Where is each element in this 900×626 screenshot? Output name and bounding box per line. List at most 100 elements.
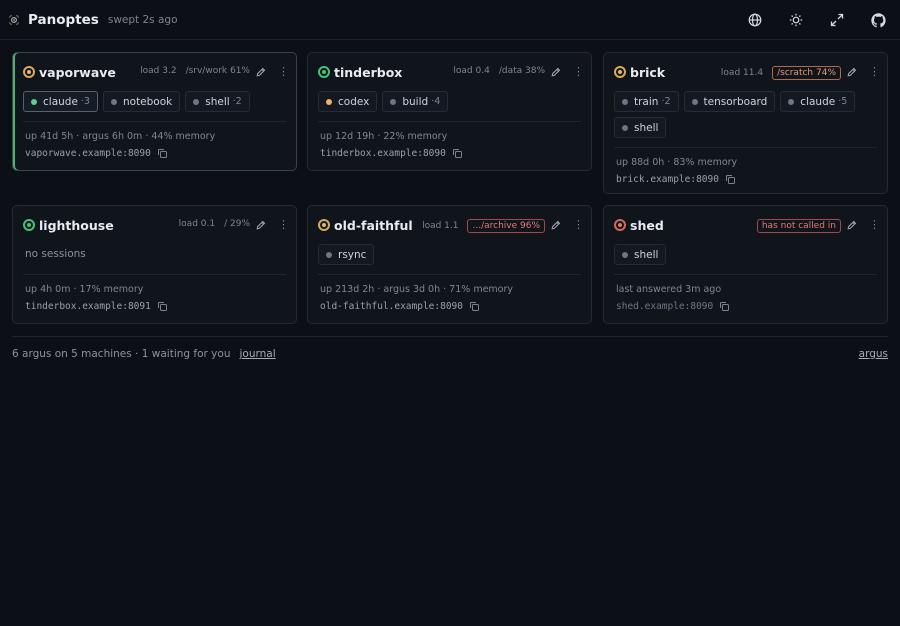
status-indicator <box>318 219 330 231</box>
copy-icon[interactable] <box>470 302 479 311</box>
session-status-dot <box>390 98 397 105</box>
load-value: load 0.1 <box>178 219 216 229</box>
host-last-answered: last answered 3m ago <box>616 284 722 295</box>
status-indicator <box>614 66 626 78</box>
session-status-dot <box>691 98 698 105</box>
more-options-icon[interactable]: ⋮ <box>573 66 584 77</box>
edit-icon[interactable] <box>551 220 561 230</box>
no-sessions-text: no sessions <box>25 248 86 260</box>
session-status-dot <box>326 251 332 258</box>
session-chip-shell[interactable]: shell ·2 <box>185 91 250 112</box>
session-status-dot <box>326 98 332 105</box>
session-chip-codex[interactable]: codex <box>318 91 378 112</box>
host-card-brick[interactable]: brick load 11.4 /scratch 74% ⋮ train ·2 t… <box>603 52 888 194</box>
host-card-tinderbox[interactable]: tinderbox load 0.4 /data 38% ⋮ codex bui… <box>307 52 592 171</box>
host-name: old-faithful <box>334 218 413 233</box>
edit-icon[interactable] <box>256 67 266 77</box>
host-uptime: up 41d 5h · argus 6h 0m · 44% memory <box>25 131 216 142</box>
session-chip-rsync[interactable]: rsync <box>318 244 375 265</box>
copy-icon[interactable] <box>157 302 167 311</box>
host-address: tinderbox.example:8091 <box>25 301 151 312</box>
argus-link[interactable]: argus <box>859 348 888 360</box>
session-chip-shell[interactable]: shell <box>614 244 667 265</box>
session-chip-claude[interactable]: claude ·5 <box>780 91 856 112</box>
load-value: load 0.4 <box>453 66 490 76</box>
host-name: tinderbox <box>334 65 403 80</box>
more-options-icon[interactable]: ⋮ <box>573 219 584 230</box>
host-address: vaporwave.example:8090 <box>25 148 151 159</box>
session-count: ·2 <box>232 96 242 107</box>
copy-icon[interactable] <box>720 302 730 311</box>
session-chip-claude[interactable]: claude ·3 <box>23 91 98 112</box>
more-options-icon[interactable]: ⋮ <box>278 66 289 77</box>
disk-usage-alert: .../archive 96% <box>467 219 545 233</box>
status-indicator <box>318 66 330 78</box>
more-options-icon[interactable]: ⋮ <box>869 219 880 230</box>
host-address: old-faithful.example:8090 <box>320 301 463 312</box>
disk-usage: /srv/work 61% <box>185 66 250 76</box>
session-status-dot <box>622 251 628 258</box>
host-uptime: up 12d 19h · 22% memory <box>320 131 448 142</box>
disk-usage: / 29% <box>224 219 250 229</box>
sun-icon[interactable] <box>788 12 804 28</box>
load-value: load 11.4 <box>720 68 764 78</box>
session-chip-shell[interactable]: shell <box>614 117 667 138</box>
status-indicator <box>614 219 626 231</box>
host-card-old-faithful[interactable]: old-faithful load 1.1 .../archive 96% ⋮ … <box>307 205 592 324</box>
session-status-dot <box>622 98 628 105</box>
host-address: shed.example:8090 <box>616 301 714 312</box>
offline-badge: has not called in <box>756 219 841 233</box>
edit-icon[interactable] <box>847 67 857 77</box>
session-label: shell <box>634 121 659 134</box>
more-options-icon[interactable]: ⋮ <box>869 66 880 77</box>
more-options-icon[interactable]: ⋮ <box>278 219 289 230</box>
sweep-status: swept 2s ago <box>107 13 178 26</box>
host-name: vaporwave <box>39 65 116 80</box>
session-count: ·3 <box>80 96 90 107</box>
host-address: tinderbox.example:8090 <box>320 148 446 159</box>
session-status-dot <box>193 98 200 105</box>
session-chip-notebook[interactable]: notebook <box>102 91 181 112</box>
footer-summary: 6 argus on 5 machines · 1 waiting for yo… <box>12 348 231 360</box>
session-label: codex <box>338 95 370 108</box>
status-indicator <box>23 219 35 231</box>
session-label: build <box>402 95 429 108</box>
edit-icon[interactable] <box>847 220 857 230</box>
disk-usage-warning: /scratch 74% <box>772 66 841 80</box>
load-value: load 3.2 <box>140 66 177 76</box>
session-chip-build[interactable]: build ·4 <box>382 91 449 112</box>
github-icon[interactable] <box>870 12 886 28</box>
session-count: ·4 <box>431 96 441 107</box>
session-label: notebook <box>122 95 173 108</box>
session-label: claude <box>43 95 78 108</box>
copy-icon[interactable] <box>725 175 735 184</box>
toolbar-icons <box>747 0 886 40</box>
host-card-vaporwave[interactable]: vaporwave load 3.2 /srv/work 61% ⋮ claud… <box>12 52 297 171</box>
session-chip-tensorboard[interactable]: tensorboard <box>683 91 776 112</box>
session-status-dot <box>788 98 795 105</box>
host-address: brick.example:8090 <box>616 174 719 185</box>
panoptes-logo-icon <box>8 14 20 26</box>
session-label: rsync <box>338 248 367 261</box>
host-name: shed <box>630 218 664 233</box>
session-label: claude <box>800 95 836 108</box>
edit-icon[interactable] <box>551 67 561 77</box>
edit-icon[interactable] <box>256 220 266 230</box>
host-card-shed[interactable]: shed has not called in ⋮ shell last answ… <box>603 205 888 324</box>
footer: 6 argus on 5 machines · 1 waiting for yo… <box>12 336 888 360</box>
session-count: ·5 <box>838 96 848 107</box>
host-card-lighthouse[interactable]: lighthouse load 0.1 / 29% ⋮ no sessions … <box>12 205 297 324</box>
disk-usage: /data 38% <box>498 66 545 76</box>
copy-icon[interactable] <box>452 149 462 158</box>
journal-link[interactable]: journal <box>239 348 275 360</box>
session-status-dot <box>31 98 37 105</box>
session-chip-train[interactable]: train ·2 <box>614 91 679 112</box>
host-name: lighthouse <box>39 218 114 233</box>
expand-icon[interactable] <box>829 12 845 28</box>
copy-icon[interactable] <box>157 149 167 158</box>
session-label: shell <box>634 248 659 261</box>
globe-icon[interactable] <box>747 12 763 28</box>
app-title: Panoptes <box>28 11 99 28</box>
status-indicator <box>23 66 35 78</box>
host-name: brick <box>630 65 666 80</box>
